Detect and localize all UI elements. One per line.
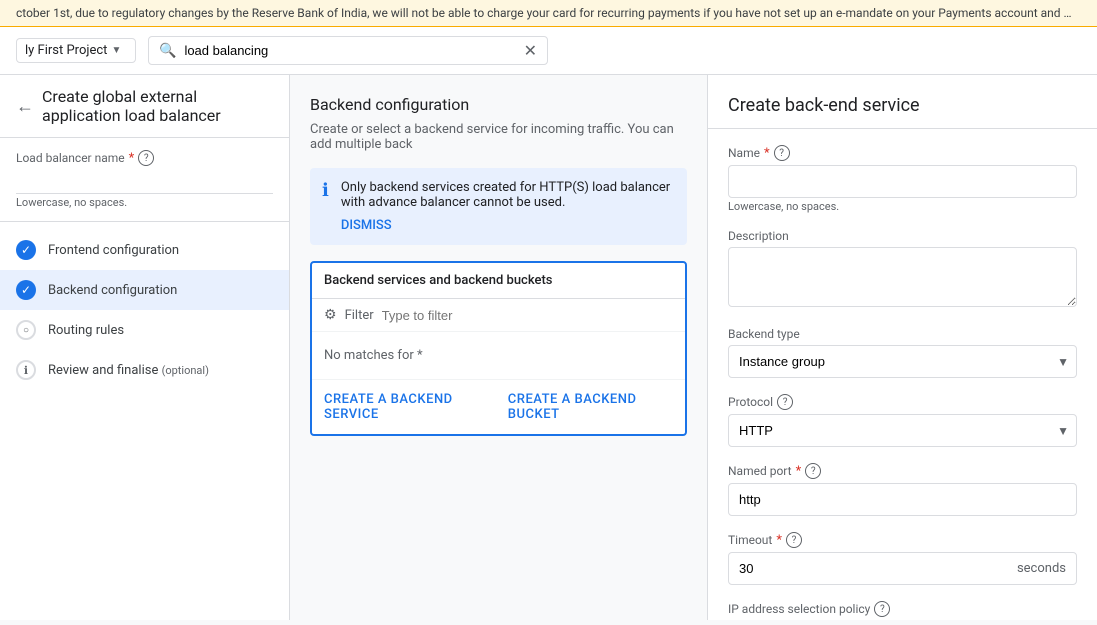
lb-name-help-icon[interactable]: ? — [138, 150, 154, 166]
rp-named-port-help-icon[interactable]: ? — [805, 463, 821, 479]
main-layout: ← Create global external application loa… — [0, 75, 1097, 620]
info-box: ℹ Only backend services created for HTTP… — [310, 168, 687, 245]
lb-name-required: * — [129, 151, 135, 166]
create-backend-service-link[interactable]: CREATE A BACKEND SERVICE — [324, 392, 492, 422]
rp-name-required: * — [764, 146, 770, 161]
backend-table-box: Backend services and backend buckets ⚙ F… — [310, 261, 687, 436]
filter-icon: ⚙ — [324, 307, 337, 323]
dismiss-link[interactable]: DISMISS — [341, 218, 675, 233]
nav-step-frontend[interactable]: ✓ Frontend configuration — [0, 230, 289, 270]
rp-named-port-label: Named port — [728, 464, 792, 478]
step-label-backend: Backend configuration — [48, 283, 177, 298]
step-icon-review: ℹ — [16, 360, 36, 380]
search-input[interactable] — [184, 43, 515, 58]
rp-named-port-field: Named port * ? — [728, 463, 1077, 516]
step-label-routing: Routing rules — [48, 323, 124, 338]
back-button[interactable]: ← — [16, 96, 34, 117]
rp-backend-type-field: Backend type Instance group Network endp… — [728, 327, 1077, 378]
rp-backend-type-label: Backend type — [728, 327, 800, 341]
rp-name-input[interactable] — [728, 165, 1077, 198]
rp-timeout-field: Timeout * ? seconds — [728, 532, 1077, 585]
timeout-input-wrapper: seconds — [728, 552, 1077, 585]
lb-name-hint: Lowercase, no spaces. — [16, 196, 273, 209]
page-title-bar: ← Create global external application loa… — [0, 75, 289, 138]
rp-named-port-input[interactable] — [728, 483, 1077, 516]
step-icon-frontend: ✓ — [16, 240, 36, 260]
rp-timeout-label: Timeout — [728, 533, 772, 547]
load-balancer-name-group: Load balancer name * ? Lowercase, no spa… — [0, 138, 289, 222]
backend-config: Backend configuration Create or select a… — [290, 75, 707, 456]
right-panel-body: Name * ? Lowercase, no spaces. Descripti… — [708, 129, 1097, 620]
rp-ip-policy-field: IP address selection policy ? Only IPv4 … — [728, 601, 1077, 620]
page-title: Create global external application load … — [42, 87, 273, 125]
rp-ip-policy-label: IP address selection policy — [728, 602, 870, 616]
table-header: Backend services and backend buckets — [312, 263, 685, 299]
left-panel: ← Create global external application loa… — [0, 75, 290, 620]
search-icon: 🔍 — [159, 43, 176, 59]
rp-description-label: Description — [728, 229, 789, 243]
info-icon: ℹ — [322, 180, 329, 233]
rp-protocol-field: Protocol ? HTTP HTTPS HTTP/2 ▼ — [728, 394, 1077, 447]
rp-backend-type-wrapper: Instance group Network endpoint group Se… — [728, 345, 1077, 378]
rp-name-help-icon[interactable]: ? — [774, 145, 790, 161]
step-icon-backend: ✓ — [16, 280, 36, 300]
rp-ip-policy-help-icon[interactable]: ? — [874, 601, 890, 617]
step-icon-routing: ○ — [16, 320, 36, 340]
nav-step-routing[interactable]: ○ Routing rules — [0, 310, 289, 350]
rp-name-field: Name * ? Lowercase, no spaces. — [728, 145, 1077, 213]
close-icon[interactable]: ✕ — [524, 41, 537, 60]
nav-step-backend[interactable]: ✓ Backend configuration — [0, 270, 289, 310]
center-panel: Backend configuration Create or select a… — [290, 75, 707, 620]
lb-name-input[interactable] — [16, 170, 273, 194]
section-title: Backend configuration — [310, 95, 687, 114]
project-selector[interactable]: ly First Project ▼ — [16, 38, 136, 63]
right-panel-title: Create back-end service — [728, 95, 1077, 116]
create-backend-bucket-link[interactable]: CREATE A BACKEND BUCKET — [508, 392, 673, 422]
rp-timeout-required: * — [776, 533, 782, 548]
step-label-review: Review and finalise (optional) — [48, 363, 209, 378]
protocol-row: HTTP HTTPS HTTP/2 ▼ — [728, 414, 1077, 447]
lb-name-label: Load balancer name — [16, 151, 125, 165]
rp-protocol-label: Protocol — [728, 395, 773, 409]
step-label-frontend: Frontend configuration — [48, 243, 179, 258]
rp-timeout-help-icon[interactable]: ? — [786, 532, 802, 548]
rp-name-label: Name — [728, 146, 760, 160]
info-text: Only backend services created for HTTP(S… — [341, 180, 670, 210]
rp-backend-type-select[interactable]: Instance group Network endpoint group Se… — [728, 345, 1077, 378]
rp-description-field: Description — [728, 229, 1077, 311]
search-bar: 🔍 ✕ — [148, 36, 548, 65]
rp-protocol-help-icon[interactable]: ? — [777, 394, 793, 410]
project-chevron-icon: ▼ — [111, 45, 121, 56]
rp-named-port-required: * — [796, 464, 802, 479]
banner-text: ctober 1st, due to regulatory changes by… — [16, 6, 1097, 20]
rp-name-hint: Lowercase, no spaces. — [728, 200, 1077, 213]
step-optional-review: (optional) — [162, 364, 209, 377]
rp-protocol-wrapper: HTTP HTTPS HTTP/2 ▼ — [728, 414, 1077, 447]
right-panel-header: Create back-end service — [708, 75, 1097, 129]
filter-bar: ⚙ Filter — [312, 299, 685, 332]
timeout-suffix: seconds — [1007, 553, 1076, 584]
header-bar: ly First Project ▼ 🔍 ✕ — [0, 27, 1097, 75]
filter-input[interactable] — [382, 308, 558, 323]
rp-protocol-select[interactable]: HTTP HTTPS HTTP/2 — [728, 414, 1077, 447]
right-panel: Create back-end service Name * ? Lowerca… — [707, 75, 1097, 620]
section-desc: Create or select a backend service for i… — [310, 122, 687, 152]
no-matches: No matches for * — [312, 332, 685, 379]
project-name: ly First Project — [25, 43, 107, 58]
nav-steps: ✓ Frontend configuration ✓ Backend confi… — [0, 222, 289, 398]
rp-timeout-input[interactable] — [729, 553, 1007, 584]
nav-step-review[interactable]: ℹ Review and finalise (optional) — [0, 350, 289, 390]
filter-label: Filter — [345, 308, 374, 323]
info-content: Only backend services created for HTTP(S… — [341, 180, 675, 233]
top-banner: ctober 1st, due to regulatory changes by… — [0, 0, 1097, 27]
table-actions: CREATE A BACKEND SERVICE CREATE A BACKEN… — [312, 379, 685, 434]
rp-description-textarea[interactable] — [728, 247, 1077, 307]
table-title: Backend services and backend buckets — [324, 273, 552, 288]
